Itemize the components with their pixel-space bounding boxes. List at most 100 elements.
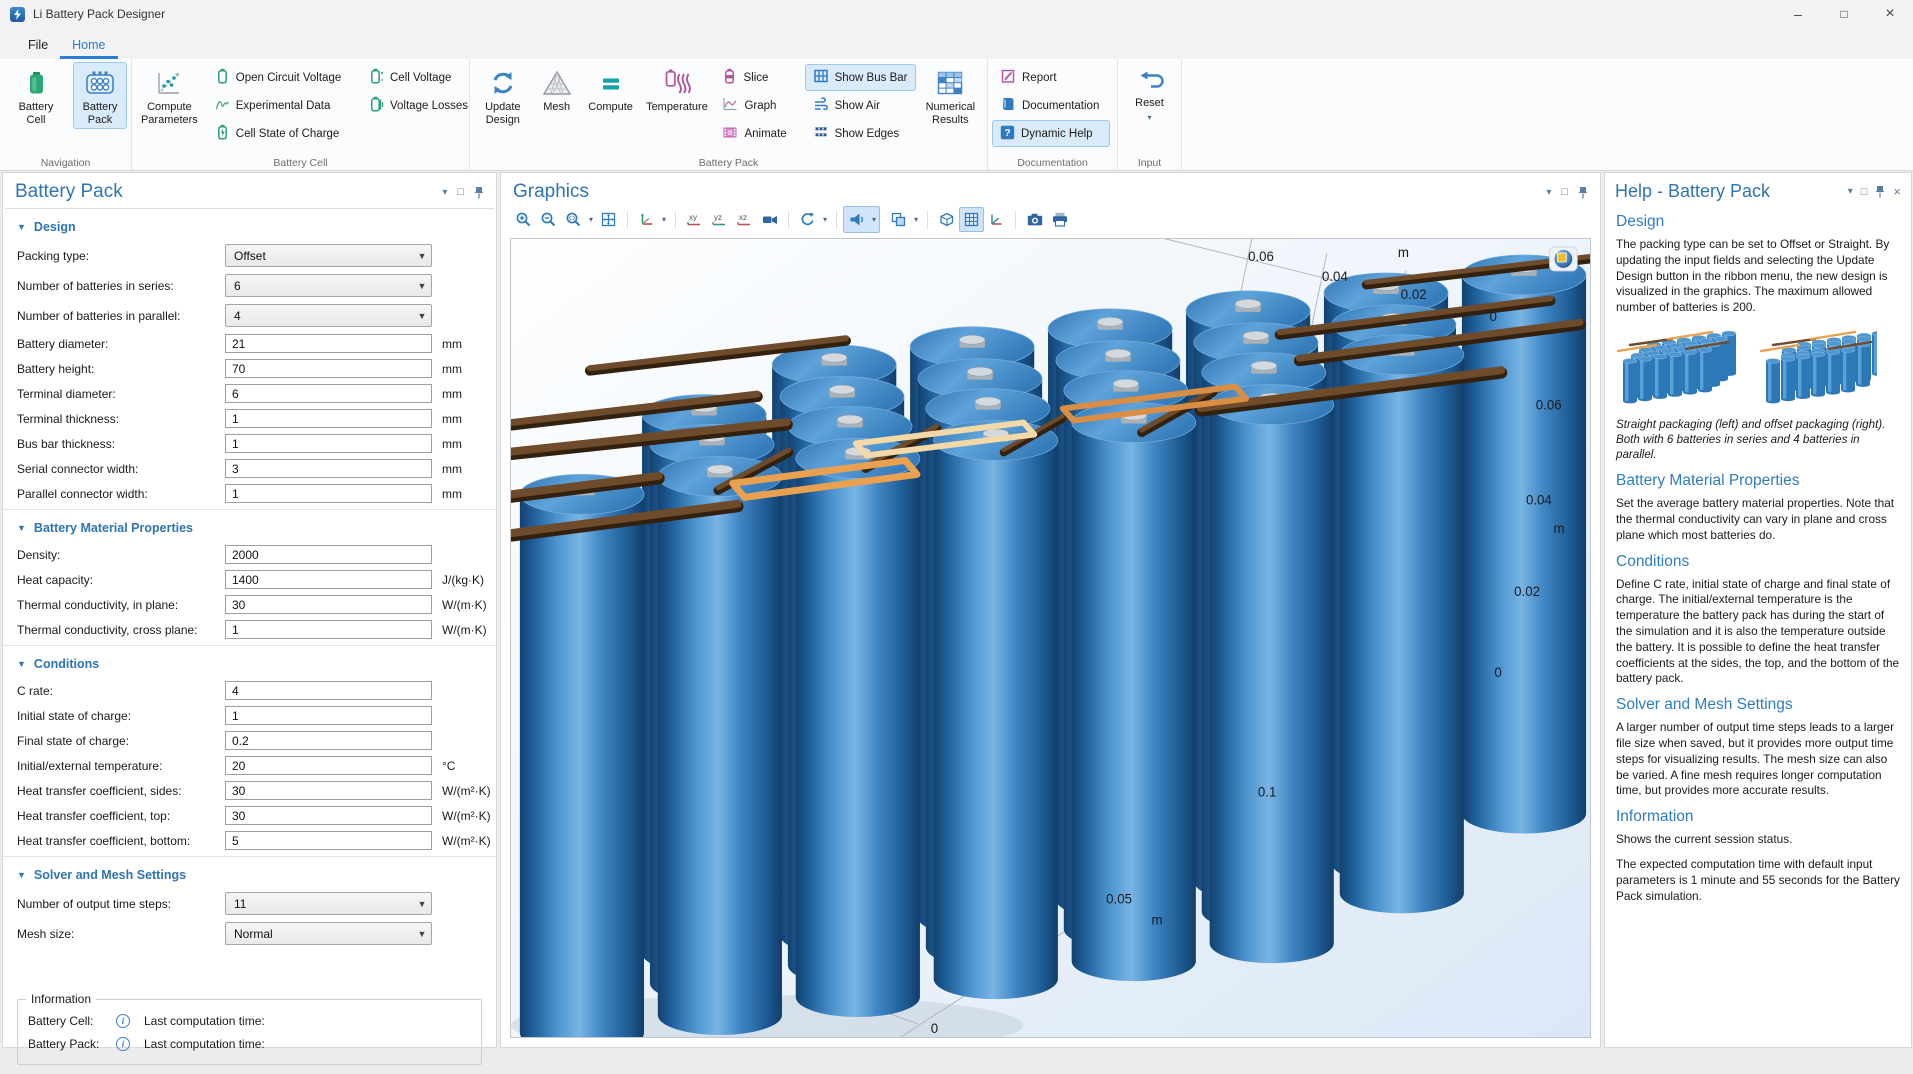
serial-connector-width-input[interactable]: 3 [225,459,432,478]
temperature-button[interactable]: Temperature [641,62,712,117]
view-xz-button[interactable]: xz [732,207,757,232]
view-yz-button[interactable]: yz [707,207,732,232]
minimize-button[interactable]: – [1775,0,1821,28]
report-button[interactable]: Report [992,64,1110,91]
mesh-button[interactable]: Mesh [534,62,580,117]
animate-button[interactable]: Animate [714,120,802,147]
heat-transfer-coefficient-top-input[interactable]: 30 [225,806,432,825]
heat-capacity-input[interactable]: 1400 [225,570,432,589]
panel-pin-icon[interactable] [474,186,484,199]
thermal-conductivity-in-plane-input[interactable]: 30 [225,595,432,614]
snapshot-button[interactable] [1022,207,1047,232]
view-xy-button[interactable]: xy [682,207,707,232]
help-heading-material: Battery Material Properties [1616,472,1900,490]
documentation-button[interactable]: Documentation [992,92,1110,119]
mesh-size-select[interactable]: Normal▼ [225,922,432,945]
experimental-data-button[interactable]: Experimental Data [207,92,357,119]
show-air-button[interactable]: Show Air [805,92,916,119]
terminal-thickness-input[interactable]: 1 [225,409,432,428]
show-edges-button[interactable]: Show Edges [805,120,916,147]
voltage-losses-button[interactable]: Voltage Losses [361,92,465,119]
graphics-canvas[interactable]: 0.060.040.020m0.060.040.020m0.10.050m [510,238,1591,1038]
print-button[interactable] [1047,207,1072,232]
density-input[interactable]: 2000 [225,545,432,564]
default-view-button[interactable] [634,207,659,232]
bus-bar-thickness-input[interactable]: 1 [225,434,432,453]
compute-parameters-button[interactable]: Compute Parameters [136,62,203,129]
cell-state-of-charge-button[interactable]: Cell State of Charge [207,120,357,147]
panel-float-icon[interactable]: □ [457,186,464,198]
batteries-in-parallel-select[interactable]: 4▼ [225,304,432,327]
scene-light-dropdown-icon[interactable]: ▾ [869,215,879,224]
battery-diameter-input[interactable]: 21 [225,334,432,353]
show-bus-bar-button[interactable]: Show Bus Bar [805,64,916,91]
section-header-design[interactable]: ▼Design [17,220,482,234]
panel-menu-icon[interactable]: ▾ [1546,187,1551,198]
terminal-diameter-input[interactable]: 6 [225,384,432,403]
close-button[interactable]: × [1867,0,1913,28]
panel-menu-icon[interactable]: ▾ [442,187,447,198]
numerical-results-button[interactable]: Numerical Results [918,62,983,129]
panel-title-help: Help - Battery Pack [1615,181,1770,202]
dynamic-help-button[interactable]: ? Dynamic Help [992,120,1110,147]
slice-button[interactable]: Slice [714,64,802,91]
help-text-solver: A larger number of output time steps lea… [1616,720,1900,799]
initial-external-temperature-label: Initial/external temperature: [17,759,225,773]
rotate-button[interactable] [795,207,820,232]
reset-button[interactable]: Reset ▾ [1122,62,1177,125]
panel-menu-icon[interactable]: ▾ [1848,186,1853,197]
info-icon[interactable]: i [116,1037,130,1051]
battery-pack-button[interactable]: Battery Pack [73,62,127,129]
zoom-out-button[interactable] [536,207,561,232]
batteries-in-series-select[interactable]: 6▼ [225,274,432,297]
initial-external-temperature-input[interactable]: 20 [225,756,432,775]
zoom-extents-button[interactable] [596,207,621,232]
cell-voltage-button[interactable]: Cell Voltage [361,64,465,91]
battery-pack-3d-view[interactable]: 0.060.040.020m0.060.040.020m0.10.050m [511,239,1590,1037]
show-axes-button[interactable] [984,207,1009,232]
info-icon[interactable]: i [116,1014,130,1028]
section-header-conditions[interactable]: ▼Conditions [17,657,482,671]
transparency-dropdown-icon[interactable]: ▾ [911,215,921,224]
transparency-button[interactable] [886,207,911,232]
scene-light-button[interactable] [844,207,869,232]
c-rate-input[interactable]: 4 [225,681,432,700]
heat-transfer-coefficient-sides-input[interactable]: 30 [225,781,432,800]
show-grid-button[interactable] [959,207,984,232]
panel-pin-icon[interactable] [1578,186,1588,199]
thermal-conductivity-cross-plane-value: 1 [232,623,239,637]
panel-float-icon[interactable]: □ [1561,186,1568,198]
open-circuit-voltage-button[interactable]: Open Circuit Voltage [207,64,357,91]
tab-home[interactable]: Home [60,33,117,59]
battery-height-input[interactable]: 70 [225,359,432,378]
terminal-diameter-label: Terminal diameter: [17,387,225,401]
section-header-battery-material-properties[interactable]: ▼Battery Material Properties [17,521,482,535]
show-box-button[interactable] [934,207,959,232]
axis-label: 0 [1489,309,1496,324]
heat-transfer-coefficient-bottom-input[interactable]: 5 [225,831,432,850]
final-state-of-charge-input[interactable]: 0.2 [225,731,432,750]
compute-button[interactable]: Compute [582,62,640,117]
graph-button[interactable]: Graph [714,92,802,119]
zoom-box-button[interactable] [561,207,586,232]
packing-type-select[interactable]: Offset▼ [225,244,432,267]
default-view-dropdown-icon[interactable]: ▾ [659,215,669,224]
maximize-button[interactable]: □ [1821,0,1867,28]
thermal-conductivity-cross-plane-input[interactable]: 1 [225,620,432,639]
update-design-button[interactable]: Update Design [474,62,532,129]
panel-float-icon[interactable]: □ [1861,186,1868,198]
zoom-in-button[interactable] [511,207,536,232]
scene-camera-button[interactable] [757,207,782,232]
battery-cell-button[interactable]: Battery Cell [9,62,63,129]
panel-pin-icon[interactable] [1875,185,1885,198]
graphics-logo-button[interactable] [1550,247,1578,271]
section-header-solver-and-mesh-settings[interactable]: ▼Solver and Mesh Settings [17,868,482,882]
number-of-output-time-steps-select[interactable]: 11▼ [225,892,432,915]
parallel-connector-width-input[interactable]: 1 [225,484,432,503]
panel-close-icon[interactable]: × [1893,184,1901,199]
tab-file[interactable]: File [16,33,60,59]
reset-dropdown-icon[interactable]: ▾ [1147,113,1151,122]
initial-state-of-charge-input[interactable]: 1 [225,706,432,725]
rotate-dropdown-icon[interactable]: ▾ [820,215,830,224]
zoom-box-dropdown-icon[interactable]: ▾ [586,215,596,224]
